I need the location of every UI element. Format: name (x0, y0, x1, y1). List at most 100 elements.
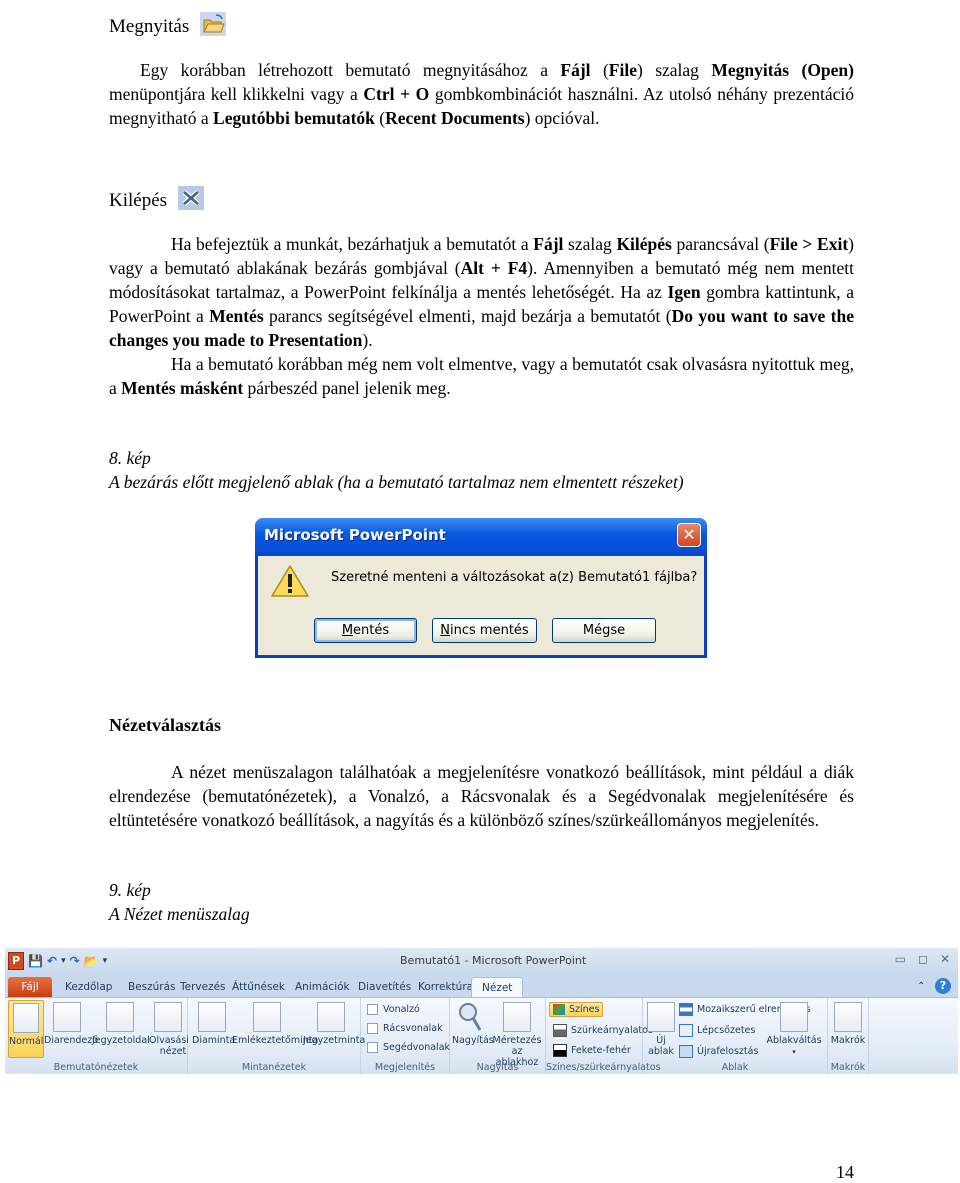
undo-icon[interactable]: ↶ (47, 953, 57, 969)
macros-button[interactable]: Makrók (830, 1000, 866, 1046)
ruler-checkbox[interactable]: Vonalzó (367, 1004, 420, 1015)
group-label: Ablak (721, 1062, 749, 1073)
text-run: párbeszéd panel jelenik meg. (243, 378, 451, 398)
button-label: Színes (569, 1004, 600, 1015)
ribbon-tabs: Fájl Kezdőlap Beszúrás Tervezés Áttűnése… (5, 974, 958, 998)
redo-icon[interactable]: ↷ (70, 953, 80, 969)
tab-slideshow[interactable]: Diavetítés (358, 977, 411, 997)
group-label: Nagyítás (476, 1062, 519, 1073)
accel-key: M (341, 623, 354, 638)
open-folder-icon (199, 12, 226, 42)
guides-checkbox[interactable]: Segédvonalak (367, 1042, 450, 1053)
maximize-icon[interactable]: ◻ (918, 952, 928, 966)
tab-insert[interactable]: Beszúrás (128, 977, 176, 997)
new-window-button[interactable]: Új ablak (647, 1000, 675, 1057)
save-icon[interactable]: 💾 (28, 953, 43, 969)
button-label: Ablakváltás (766, 1035, 822, 1046)
black-white-button[interactable]: Fekete-fehér (553, 1044, 631, 1057)
bold-term: File (608, 60, 637, 80)
slide-sorter-icon (53, 1002, 81, 1032)
button-label: Szürkeárnyalatos (571, 1025, 653, 1036)
text-run: ) szalag (636, 60, 712, 80)
tab-design[interactable]: Tervezés (180, 977, 226, 997)
cascade-icon (679, 1024, 693, 1037)
notes-page-button[interactable]: Jegyzetoldal (92, 1000, 150, 1046)
group-label: Megjelenítés (374, 1062, 436, 1073)
checkbox-icon (367, 1042, 378, 1053)
window-controls: ▭ ◻ ✕ (895, 952, 950, 966)
paragraph-text: Ha a bemutató korábban még nem volt elme… (109, 352, 854, 400)
button-label: Olvasási (149, 1035, 189, 1046)
tab-review[interactable]: Korrektúra (418, 977, 473, 997)
color-swatch-icon (553, 1004, 565, 1015)
zoom-button[interactable]: Nagyítás (452, 1000, 494, 1046)
checkbox-icon (367, 1004, 378, 1015)
slide-master-button[interactable]: Diaminta (192, 1000, 236, 1046)
tab-home[interactable]: Kezdőlap (65, 977, 112, 997)
group-zoom: Nagyítás Méretezés az ablakhoz Nagyítás (450, 998, 546, 1074)
reading-view-button[interactable]: Olvasási nézet (149, 1000, 189, 1057)
tab-transitions[interactable]: Áttűnések (232, 977, 285, 997)
cascade-button[interactable]: Lépcsőzetes (679, 1024, 755, 1037)
checkbox-icon (367, 1023, 378, 1034)
group-label: Bemutatónézetek (53, 1062, 139, 1073)
switch-windows-icon (780, 1002, 808, 1032)
text-run: szalag (563, 234, 617, 254)
cancel-button[interactable]: Mégse (552, 618, 656, 643)
undo-dropdown-icon[interactable]: ▾ (61, 953, 66, 969)
text-run: parancs segítségével elmenti, majd bezár… (263, 306, 672, 326)
bold-term: Mentés másként (121, 378, 244, 398)
paragraph-text: A nézet menüszalagon találhatóak a megje… (109, 762, 854, 830)
text-run: Ha befejeztük a munkát, bezárhatjuk a be… (171, 234, 534, 254)
dialog-title: Microsoft PowerPoint (264, 526, 446, 544)
button-label: incs mentés (450, 623, 529, 638)
arrange-all-icon (679, 1003, 693, 1016)
dont-save-button[interactable]: Nincs mentés (432, 618, 537, 643)
normal-view-button[interactable]: Normál (8, 1000, 44, 1058)
color-button[interactable]: Színes (549, 1002, 604, 1017)
paragraph-text: Egy korábban létrehozott bemutató megnyi… (109, 58, 854, 130)
text-run: ). (362, 330, 373, 350)
button-label: Jegyzetminta (303, 1035, 366, 1046)
gridlines-checkbox[interactable]: Rácsvonalak (367, 1023, 443, 1034)
minimize-icon[interactable]: ▭ (895, 952, 906, 966)
notes-master-button[interactable]: Jegyzetminta (303, 1000, 365, 1046)
close-icon[interactable]: ✕ (940, 952, 950, 966)
close-icon: ✕ (682, 525, 696, 544)
customize-qat-icon[interactable]: ▾ (103, 953, 108, 969)
button-label: Makrók (830, 1035, 866, 1046)
slide-master-icon (198, 1002, 226, 1032)
button-label: Diaminta (192, 1035, 236, 1046)
bold-term: Fájl (533, 234, 564, 254)
bold-term: Legutóbbi bemutatók (213, 108, 375, 128)
tab-file[interactable]: Fájl (8, 977, 52, 997)
dialog-message: Szeretné menteni a változásokat a(z) Bem… (331, 570, 698, 585)
switch-windows-button[interactable]: Ablakváltás ▾ (763, 1000, 825, 1058)
text-run: ( (374, 108, 386, 128)
group-presentation-views: Normál Diarendező Jegyzetoldal Olvasási n… (5, 998, 189, 1074)
slide-sorter-button[interactable]: Diarendező (44, 1000, 98, 1046)
move-split-button[interactable]: Újrafelosztás (679, 1045, 758, 1058)
group-color-grayscale: Színes Szürkeárnyalatos Fekete-fehér Szí… (546, 998, 661, 1074)
dialog-close-button[interactable]: ✕ (677, 523, 701, 547)
macros-icon (834, 1002, 862, 1032)
close-x-icon (177, 186, 204, 216)
magnifier-icon (456, 1002, 484, 1032)
minimize-ribbon-icon[interactable]: ⌃ (917, 977, 925, 997)
dialog-titlebar: Microsoft PowerPoint ✕ (255, 518, 707, 556)
window-title: Bemutató1 - Microsoft PowerPoint (400, 954, 587, 967)
save-button[interactable]: Mentés (314, 618, 417, 643)
paragraph-text: Ha befejeztük a munkát, bezárhatjuk a be… (109, 232, 854, 352)
figure-caption-8: 8. kép A bezárás előtt megjelenő ablak (… (109, 446, 684, 494)
button-label: Mégse (582, 623, 626, 638)
handout-master-button[interactable]: Emlékeztetőminta (232, 1000, 318, 1046)
tab-animations[interactable]: Animációk (295, 977, 350, 997)
button-label: Fekete-fehér (571, 1045, 631, 1056)
help-icon[interactable]: ? (935, 978, 951, 994)
grayscale-button[interactable]: Szürkeárnyalatos (553, 1024, 653, 1037)
fit-to-window-button[interactable]: Méretezés az ablakhoz (490, 1000, 544, 1068)
open-icon[interactable]: 📂 (84, 953, 99, 969)
powerpoint-logo-icon: P (8, 952, 25, 970)
tab-view[interactable]: Nézet (471, 977, 524, 998)
normal-view-icon (13, 1003, 39, 1033)
